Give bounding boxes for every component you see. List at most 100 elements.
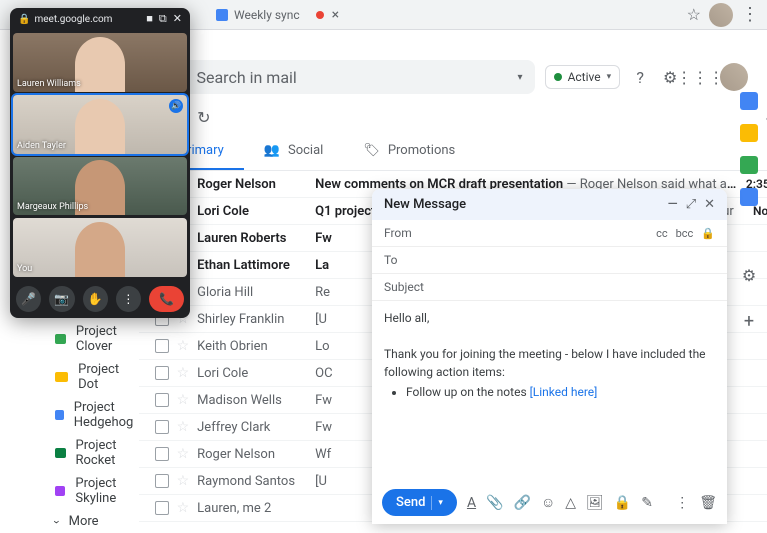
star-icon[interactable]: ☆: [177, 392, 190, 408]
address-fragment: code: [139, 30, 767, 52]
keep-icon[interactable]: [740, 124, 758, 142]
row-checkbox[interactable]: [155, 501, 169, 515]
participant-tile[interactable]: Aiden Tayler 🔊: [13, 95, 187, 154]
chrome-profile-avatar[interactable]: [709, 3, 733, 27]
settings-icon[interactable]: ⚙: [742, 266, 756, 285]
subject-field[interactable]: Subject: [372, 274, 727, 301]
account-avatar[interactable]: [720, 63, 748, 91]
label-swatch-icon: [55, 334, 66, 344]
bookmark-star-icon[interactable]: ☆: [687, 5, 701, 24]
star-icon[interactable]: ☆: [177, 419, 190, 435]
sidebar-label[interactable]: Project Skyline: [55, 472, 139, 510]
discard-icon[interactable]: 🗑: [699, 495, 717, 511]
participant-tile[interactable]: You: [13, 218, 187, 277]
star-icon[interactable]: ☆: [177, 338, 190, 354]
confidential-icon[interactable]: 🔒: [614, 495, 631, 511]
search-input[interactable]: 🔍 Search in mail ▾: [155, 60, 535, 94]
end-call-button[interactable]: 📞: [149, 286, 184, 312]
minimize-icon[interactable]: —: [668, 197, 678, 212]
participant-figure: [75, 222, 125, 277]
compose-body[interactable]: Hello all, Thank you for joining the mee…: [372, 301, 727, 481]
contacts-icon[interactable]: [740, 188, 758, 206]
compose-header: New Message — ⤢ ✕: [372, 189, 727, 220]
more-options-icon[interactable]: ⋮: [675, 495, 689, 511]
participant-tile[interactable]: Margeaux Phillips: [13, 157, 187, 216]
label-name: Project Rocket: [76, 438, 139, 468]
lock-icon: 🔒: [18, 14, 30, 25]
image-icon[interactable]: 🖼: [586, 495, 604, 511]
body-greeting: Hello all,: [384, 309, 715, 327]
star-icon[interactable]: ☆: [177, 473, 190, 489]
row-checkbox[interactable]: [155, 420, 169, 434]
format-icon[interactable]: A: [467, 495, 476, 511]
sidebar-label[interactable]: Project Hedgehog: [55, 396, 139, 434]
star-icon[interactable]: ☆: [177, 500, 190, 516]
tasks-icon[interactable]: [740, 156, 758, 174]
sidebar-label[interactable]: Project Dot: [55, 358, 139, 396]
browser-tab[interactable]: Weekly sync: [208, 4, 308, 26]
chevron-down-icon: ›: [50, 520, 64, 524]
star-icon[interactable]: ☆: [177, 446, 190, 462]
calendar-icon[interactable]: [740, 92, 758, 110]
sidebar-label[interactable]: Project Clover: [55, 320, 139, 358]
chrome-menu-icon[interactable]: ⋮: [741, 4, 759, 25]
participant-name: Lauren Williams: [17, 79, 81, 89]
help-icon[interactable]: ?: [630, 67, 650, 87]
search-options-icon[interactable]: ▾: [518, 72, 523, 83]
row-checkbox[interactable]: [155, 447, 169, 461]
pen-icon[interactable]: ✎: [641, 495, 653, 511]
refresh-icon[interactable]: ↻: [197, 108, 210, 127]
to-field[interactable]: To: [372, 247, 727, 274]
send-button[interactable]: Send ▾: [382, 489, 457, 516]
participant-name: Margeaux Phillips: [17, 202, 88, 212]
bcc-button[interactable]: bcc: [676, 227, 694, 240]
row-checkbox[interactable]: [155, 474, 169, 488]
pip-close-icon[interactable]: ✕: [173, 12, 182, 26]
participant-tile[interactable]: Lauren Williams: [13, 33, 187, 92]
mic-button[interactable]: 🎤: [16, 286, 41, 312]
raise-hand-button[interactable]: ✋: [83, 286, 108, 312]
send-label: Send: [396, 495, 425, 510]
meet-controls: 🎤 📷 ✋ ⋮ 📞: [10, 280, 190, 318]
pip-video-icon[interactable]: ■: [146, 12, 153, 26]
attach-icon[interactable]: 📎: [486, 495, 503, 511]
row-checkbox[interactable]: [155, 393, 169, 407]
add-icon[interactable]: +: [744, 311, 754, 332]
apps-grid-icon[interactable]: ⋮⋮⋮: [690, 67, 710, 87]
close-tab-icon[interactable]: ×: [332, 7, 339, 23]
tab-social[interactable]: 👥 Social: [244, 133, 344, 170]
star-icon[interactable]: ☆: [177, 365, 190, 381]
close-icon[interactable]: ✕: [704, 197, 715, 212]
meet-pip-window[interactable]: 🔒 meet.google.com ■ ⧉ ✕ Lauren Williams …: [10, 8, 190, 318]
sidebar-more[interactable]: › More: [55, 510, 139, 533]
row-checkbox[interactable]: [155, 339, 169, 353]
label-name: Project Clover: [76, 324, 139, 354]
tag-icon: 🏷: [363, 143, 380, 158]
sidebar-label[interactable]: Project Rocket: [55, 434, 139, 472]
tab-promotions[interactable]: 🏷 Promotions: [343, 133, 475, 170]
bullet-link[interactable]: [Linked here]: [530, 385, 598, 399]
label-swatch-icon: [55, 486, 65, 496]
people-icon: 👥: [264, 143, 280, 158]
category-tabs: ▭ Primary 👥 Social 🏷 Promotions: [139, 133, 767, 171]
camera-button[interactable]: 📷: [49, 286, 74, 312]
send-options-icon[interactable]: ▾: [438, 498, 443, 508]
status-chip[interactable]: Active ▾: [545, 65, 621, 89]
drive-icon[interactable]: △: [565, 495, 576, 511]
row-checkbox[interactable]: [155, 366, 169, 380]
pip-return-icon[interactable]: ⧉: [159, 12, 167, 26]
label-name: Project Dot: [78, 362, 138, 392]
cc-button[interactable]: cc: [656, 227, 668, 240]
compose-toolbar: Send ▾ A 📎 🔗 ☺ △ 🖼 🔒 ✎ ⋮ 🗑: [372, 481, 727, 524]
sender: Gloria Hill: [197, 285, 307, 300]
fullscreen-icon[interactable]: ⤢: [686, 197, 696, 212]
sender: Lori Cole: [197, 204, 307, 219]
meet-tiles: Lauren Williams Aiden Tayler 🔊 Margeaux …: [10, 30, 190, 280]
link-icon[interactable]: 🔗: [514, 495, 531, 511]
meet-titlebar: 🔒 meet.google.com ■ ⧉ ✕: [10, 8, 190, 30]
more-button[interactable]: ⋮: [116, 286, 141, 312]
emoji-icon[interactable]: ☺: [541, 494, 555, 511]
sender: Roger Nelson: [197, 177, 307, 192]
lock-icon[interactable]: 🔒: [701, 227, 715, 240]
from-field[interactable]: From cc bcc 🔒: [372, 220, 727, 247]
